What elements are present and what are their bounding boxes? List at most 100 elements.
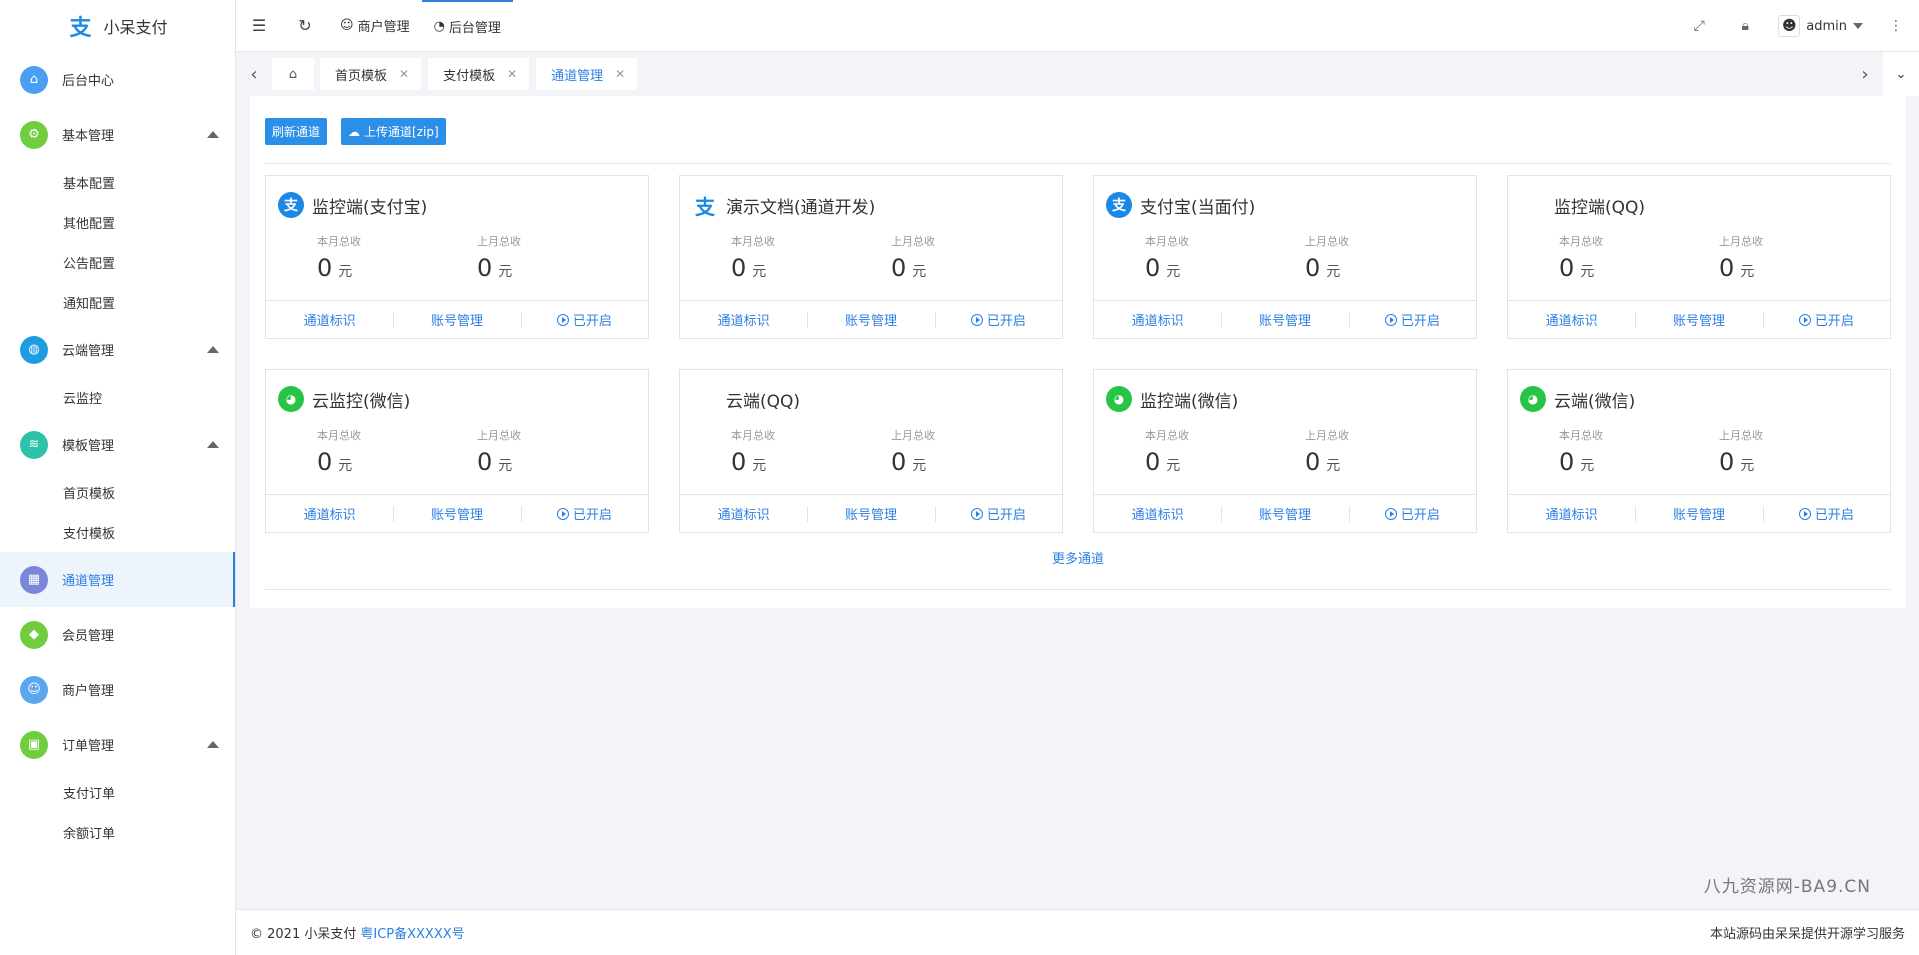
channel-status-toggle[interactable]: 已开启	[520, 310, 648, 329]
channel-id-link[interactable]: 通道标识	[1094, 504, 1221, 523]
channel-id-link[interactable]: 通道标识	[266, 310, 393, 329]
user-menu[interactable]: ☻ admin	[1768, 0, 1873, 52]
channel-status-toggle[interactable]: 已开启	[1348, 310, 1476, 329]
sidebar-item-dashboard[interactable]: ⌂ 后台中心	[0, 52, 235, 107]
tab-bar: ‹ ⌂ 首页模板 ✕ 支付模板 ✕ 通道管理 ✕ › ⌄	[236, 52, 1919, 96]
close-icon[interactable]: ✕	[615, 67, 625, 81]
sidebar-subitem-pay-template[interactable]: 支付模板	[0, 512, 235, 552]
lock-icon[interactable]: 🔒︎	[1722, 0, 1768, 52]
channel-id-link[interactable]: 通道标识	[680, 310, 807, 329]
account-manage-link[interactable]: 账号管理	[393, 504, 520, 523]
sidebar-subitem-cloud-monitor[interactable]: 云监控	[0, 377, 235, 417]
sidebar-item-cloud[interactable]: ◍ 云端管理	[0, 322, 235, 377]
account-manage-link[interactable]: 账号管理	[1635, 310, 1762, 329]
account-manage-link[interactable]: 账号管理	[807, 310, 934, 329]
sidebar-item-label: 云端管理	[62, 344, 115, 359]
channel-status-toggle[interactable]: 已开启	[1348, 504, 1476, 523]
alipay-icon: 支	[1106, 192, 1132, 218]
sidebar-subitem-home-template[interactable]: 首页模板	[0, 472, 235, 512]
stat-label: 上月总收	[1305, 429, 1349, 442]
channel-status-toggle[interactable]: 已开启	[934, 504, 1062, 523]
channel-status-toggle[interactable]: 已开启	[1762, 504, 1890, 523]
tab-menu-chevron-down-icon[interactable]: ⌄	[1883, 52, 1919, 96]
channel-id-link[interactable]: 通道标识	[1094, 310, 1221, 329]
collapse-menu-icon[interactable]: ☰	[236, 0, 282, 52]
stat-unit: 元	[1326, 264, 1341, 280]
close-icon[interactable]: ✕	[507, 67, 517, 81]
sidebar-item-channels[interactable]: ▦ 通道管理	[0, 552, 235, 607]
stat-value: 0	[317, 254, 333, 282]
stat-value: 0	[477, 448, 493, 476]
tab-label: 首页模板	[335, 68, 388, 84]
brand-logo[interactable]: 支 小呆支付	[0, 0, 235, 52]
tab-channels[interactable]: 通道管理 ✕	[536, 58, 638, 90]
channel-status-toggle[interactable]: 已开启	[934, 310, 1062, 329]
play-circle-icon	[1798, 508, 1811, 520]
channel-card: ◕ 云监控(微信) 本月总收 0 元 上月总收 0 元 通道标识 账号管理 已开…	[265, 369, 649, 533]
play-circle-icon	[970, 314, 983, 326]
tab-home-template[interactable]: 首页模板 ✕	[320, 58, 422, 90]
stat-last-month: 上月总收 0 元	[1719, 427, 1763, 476]
stat-value: 0	[731, 448, 747, 476]
channel-id-link[interactable]: 通道标识	[266, 504, 393, 523]
tab-scroll-left-icon[interactable]: ‹	[236, 52, 272, 96]
sidebar-subitem-notice-config[interactable]: 公告配置	[0, 242, 235, 282]
stat-this-month: 本月总收 0 元	[731, 233, 775, 282]
header-link-admin[interactable]: ◔ 后台管理	[421, 0, 513, 52]
more-channels-link[interactable]: 更多通道	[250, 548, 1906, 567]
play-circle-icon	[1384, 314, 1397, 326]
sidebar-subitem-other-config[interactable]: 其他配置	[0, 202, 235, 242]
account-manage-link[interactable]: 账号管理	[807, 504, 934, 523]
stat-this-month: 本月总收 0 元	[1145, 233, 1189, 282]
channel-status-toggle[interactable]: 已开启	[520, 504, 648, 523]
account-manage-link[interactable]: 账号管理	[1221, 504, 1348, 523]
channel-card: 支 监控端(支付宝) 本月总收 0 元 上月总收 0 元 通道标识 账号管理 已…	[265, 175, 649, 339]
channel-status-toggle[interactable]: 已开启	[1762, 310, 1890, 329]
tab-scroll-right-icon[interactable]: ›	[1847, 52, 1883, 96]
channel-card: 🐧︎ 云端(QQ) 本月总收 0 元 上月总收 0 元 通道标识 账号管理 已开…	[679, 369, 1063, 533]
sidebar-item-basic[interactable]: ⚙ 基本管理	[0, 107, 235, 162]
layers-icon: ≋	[20, 430, 48, 459]
sidebar-subitem-notify-config[interactable]: 通知配置	[0, 282, 235, 322]
account-manage-link[interactable]: 账号管理	[1635, 504, 1762, 523]
close-icon[interactable]: ✕	[399, 67, 409, 81]
stat-label: 本月总收	[1559, 235, 1603, 248]
stat-last-month: 上月总收 0 元	[477, 427, 521, 476]
stat-label: 本月总收	[317, 429, 361, 442]
stat-unit: 元	[1740, 458, 1755, 474]
stat-this-month: 本月总收 0 元	[1145, 427, 1189, 476]
tab-pay-template[interactable]: 支付模板 ✕	[428, 58, 530, 90]
fullscreen-icon[interactable]: ⤢	[1676, 0, 1722, 52]
stat-value: 0	[1559, 254, 1575, 282]
sidebar-item-merchants[interactable]: ☺ 商户管理	[0, 662, 235, 717]
sidebar-item-members[interactable]: ◆ 会员管理	[0, 607, 235, 662]
header-link-merchants[interactable]: ☺ 商户管理	[328, 0, 422, 52]
divider	[265, 589, 1891, 590]
sidebar-item-label: 模板管理	[62, 439, 115, 454]
channel-card: 支 支付宝(当面付) 本月总收 0 元 上月总收 0 元 通道标识 账号管理 已…	[1093, 175, 1477, 339]
sidebar-item-templates[interactable]: ≋ 模板管理	[0, 417, 235, 472]
sidebar-subitem-basic-config[interactable]: 基本配置	[0, 162, 235, 202]
sidebar-item-label: 会员管理	[62, 629, 115, 644]
channel-title: 云端(微信)	[1554, 391, 1636, 412]
stat-unit: 元	[1580, 458, 1595, 474]
sidebar-item-orders[interactable]: ▣ 订单管理	[0, 717, 235, 772]
sidebar-subitem-pay-orders[interactable]: 支付订单	[0, 772, 235, 812]
icp-link[interactable]: 粤ICP备XXXXX号	[360, 923, 464, 942]
upload-channel-button[interactable]: ☁ 上传通道[zip]	[341, 118, 446, 145]
channel-id-link[interactable]: 通道标识	[1508, 310, 1635, 329]
stat-unit: 元	[752, 264, 767, 280]
refresh-channels-button[interactable]: 刷新通道	[265, 118, 328, 145]
account-manage-link[interactable]: 账号管理	[393, 310, 520, 329]
channel-card: ◕ 监控端(微信) 本月总收 0 元 上月总收 0 元 通道标识 账号管理 已开…	[1093, 369, 1477, 533]
account-manage-link[interactable]: 账号管理	[1221, 310, 1348, 329]
more-vertical-icon[interactable]: ⋮	[1873, 0, 1919, 52]
channel-id-link[interactable]: 通道标识	[1508, 504, 1635, 523]
stat-value: 0	[317, 448, 333, 476]
sidebar-subitem-balance-orders[interactable]: 余额订单	[0, 812, 235, 852]
stat-unit: 元	[1740, 264, 1755, 280]
channel-id-link[interactable]: 通道标识	[680, 504, 807, 523]
refresh-icon[interactable]: ↻	[282, 0, 328, 52]
home-tab-icon[interactable]: ⌂	[272, 58, 314, 90]
stat-unit: 元	[1326, 458, 1341, 474]
